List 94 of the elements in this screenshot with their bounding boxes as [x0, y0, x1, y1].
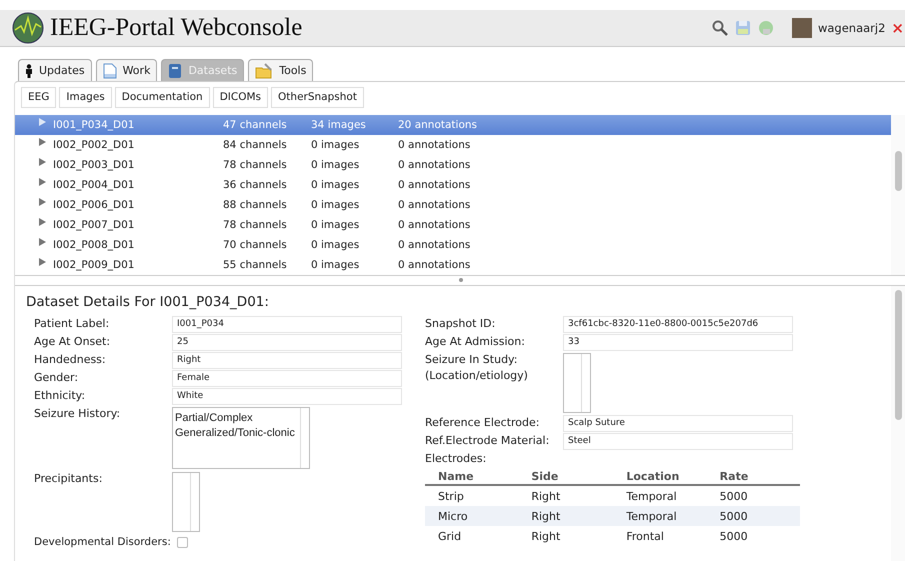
tab[interactable]: Updates	[18, 59, 92, 81]
table-cell-text: Temporal	[625, 490, 678, 502]
field-label: Snapshot ID:	[425, 316, 496, 332]
image-count: 0 images	[311, 199, 360, 211]
channel-count: 36 channels	[223, 179, 287, 191]
sub-tab[interactable]: Images	[59, 87, 112, 108]
table-cell-text: 5000	[718, 510, 749, 522]
table-cell-text: Temporal	[625, 510, 678, 522]
image-count: 0 images	[311, 139, 360, 151]
table-cell-text: Right	[530, 530, 562, 542]
dataset-row[interactable]: I002_P003_D01 78 channels 0 images 0 annotations	[15, 155, 891, 175]
column-header: Location	[625, 470, 680, 482]
dataset-row[interactable]: I002_P006_D01 88 channels 0 images 0 annotations	[15, 195, 891, 215]
text-field[interactable]: Scalp Suture	[563, 415, 793, 432]
dataset-row[interactable]: I002_P004_D01 36 channels 0 images 0 annotations	[15, 175, 891, 195]
username[interactable]: wagenaarj2	[818, 21, 886, 35]
sub-tab[interactable]: EEG	[21, 87, 56, 108]
field-label: Gender:	[34, 370, 80, 386]
field-sublabel: (Location/etiology)	[425, 368, 529, 384]
dataset-row[interactable]: I002_P009_D01 55 channels 0 images 0 annotations	[15, 255, 891, 275]
dataset-name: I002_P009_D01	[53, 259, 134, 271]
list-item[interactable]: Generalized/Tonic-clonic	[175, 426, 298, 441]
annotation-count: 20 annotations	[398, 119, 478, 131]
dataset-name: I001_P034_D01	[53, 119, 134, 131]
column-header: Side	[530, 470, 560, 482]
image-count: 0 images	[311, 179, 360, 191]
field-label: Reference Electrode:	[425, 415, 540, 431]
sub-tab[interactable]: Documentation	[114, 87, 210, 108]
text-field[interactable]: 25	[172, 334, 402, 351]
dataset-name: I002_P008_D01	[53, 239, 134, 251]
annotation-count: 0 annotations	[398, 239, 470, 251]
text-field[interactable]: Steel	[563, 433, 793, 450]
table-cell-text: Frontal	[625, 530, 665, 542]
annotation-count: 0 annotations	[398, 199, 470, 211]
dataset-row[interactable]: I002_P002_D01 84 channels 0 images 0 annotations	[15, 135, 891, 155]
image-count: 0 images	[311, 259, 360, 271]
channel-count: 47 channels	[223, 119, 287, 131]
image-count: 34 images	[311, 119, 366, 131]
dataset-name: I002_P002_D01	[53, 139, 134, 151]
image-count: 0 images	[311, 219, 360, 231]
annotation-count: 0 annotations	[398, 219, 470, 231]
annotation-count: 0 annotations	[398, 139, 470, 151]
field-label: Patient Label:	[34, 316, 110, 332]
text-field[interactable]: Right	[172, 352, 402, 369]
list-box[interactable]: Partial/Complex Generalized/Tonic-clonic	[172, 407, 310, 469]
tab[interactable]: Tools	[248, 59, 314, 81]
table-cell-text: Right	[530, 510, 562, 522]
table-cell-text: Right	[530, 490, 562, 502]
sub-tab[interactable]: OtherSnapshot	[271, 87, 364, 108]
sub-tab[interactable]: DICOMs	[212, 87, 268, 108]
field-label: Age At Admission:	[425, 334, 526, 350]
list-item[interactable]: Partial/Complex	[175, 411, 298, 426]
field-label: Age At Onset:	[34, 334, 112, 350]
text-field[interactable]: Female	[172, 370, 402, 387]
text-field[interactable]: I001_P034	[172, 316, 402, 333]
table-cell-text: 5000	[718, 530, 749, 542]
table-cell-text: 5000	[718, 490, 749, 502]
table-cell-text: Grid	[437, 530, 462, 542]
details-heading: Dataset Details For I001_P034_D01:	[26, 294, 270, 310]
channel-count: 78 channels	[223, 219, 287, 231]
table-cell-text: Strip	[437, 490, 465, 502]
annotation-count: 0 annotations	[398, 259, 470, 271]
channel-count: 55 channels	[223, 259, 287, 271]
field-label: Seizure History:	[34, 406, 122, 422]
column-header: Rate	[718, 470, 750, 482]
channel-count: 84 channels	[223, 139, 287, 151]
channel-count: 70 channels	[223, 239, 287, 251]
text-field[interactable]: 33	[563, 334, 793, 351]
channel-count: 78 channels	[223, 159, 287, 171]
field-label: Handedness:	[34, 352, 107, 368]
tab[interactable]: Work	[96, 59, 158, 81]
close-button[interactable]: ×	[891, 19, 904, 37]
field-label: Ethnicity:	[34, 388, 86, 404]
dataset-row[interactable]: I002_P007_D01 78 channels 0 images 0 annotations	[15, 215, 891, 235]
annotation-count: 0 annotations	[398, 179, 470, 191]
column-header: Name	[437, 470, 475, 482]
image-count: 0 images	[311, 239, 360, 251]
dataset-name: I002_P007_D01	[53, 219, 134, 231]
dataset-name: I002_P004_D01	[53, 179, 134, 191]
field-label: Precipitants:	[34, 471, 104, 487]
channel-count: 88 channels	[223, 199, 287, 211]
field-label: Developmental Disorders:	[34, 535, 171, 550]
app-title: IEEG-Portal Webconsole	[50, 14, 302, 42]
field-label: Seizure In Study:	[425, 352, 518, 368]
table-cell-text: Micro	[437, 510, 469, 522]
dataset-row[interactable]: I002_P008_D01 70 channels 0 images 0 annotations	[15, 235, 891, 255]
dataset-name: I002_P006_D01	[53, 199, 134, 211]
text-field[interactable]: White	[172, 388, 402, 405]
annotation-count: 0 annotations	[398, 159, 470, 171]
image-count: 0 images	[311, 159, 360, 171]
dataset-name: I002_P003_D01	[53, 159, 134, 171]
text-field[interactable]: 3cf61cbc-8320-11e0-8800-0015c5e207d6	[563, 316, 793, 333]
field-label: Electrodes:	[425, 451, 488, 467]
field-label: Ref.Electrode Material:	[425, 433, 550, 449]
